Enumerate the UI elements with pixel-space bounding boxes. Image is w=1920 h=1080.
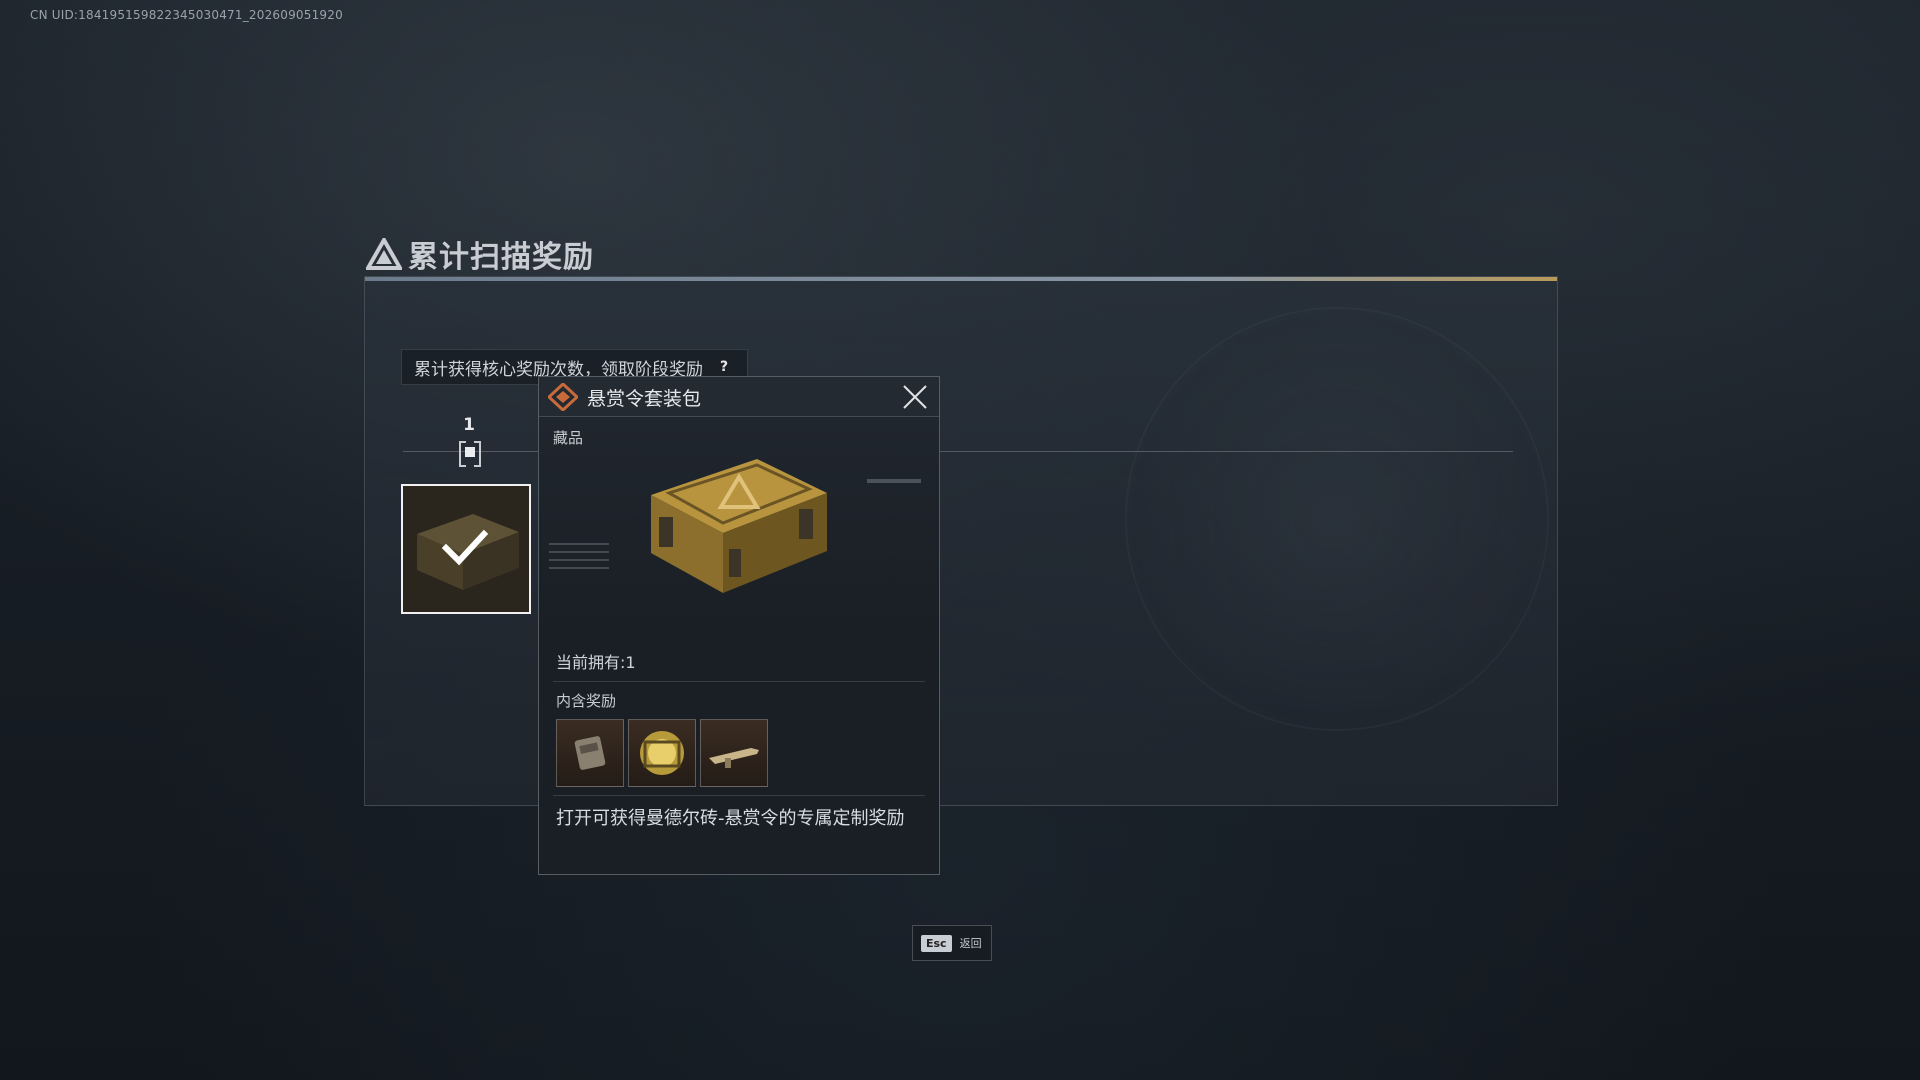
check-icon bbox=[441, 529, 489, 566]
item-description: 打开可获得曼德尔砖-悬赏令的专属定制奖励 bbox=[556, 808, 905, 829]
preview-decoration-line bbox=[867, 479, 921, 483]
contents-label: 内含奖励 bbox=[556, 692, 617, 710]
preview-decoration bbox=[549, 537, 609, 597]
help-icon[interactable]: ? bbox=[713, 356, 735, 378]
owned-count: 当前拥有:1 bbox=[556, 653, 636, 672]
stage-reward-card[interactable] bbox=[401, 484, 531, 614]
bounty-crate-icon bbox=[651, 459, 827, 593]
popup-title: 悬赏令套装包 bbox=[587, 388, 702, 410]
gold-pack-icon bbox=[640, 731, 684, 775]
back-label: 返回 bbox=[959, 937, 982, 950]
panel-title-row: 累计扫描奖励 bbox=[366, 232, 594, 276]
page-title: 累计扫描奖励 bbox=[408, 240, 594, 275]
popup-header: 悬赏令套装包 bbox=[539, 377, 939, 417]
reward-item-slot[interactable] bbox=[700, 719, 768, 787]
divider bbox=[553, 681, 925, 682]
background-emblem bbox=[1125, 307, 1549, 731]
reward-item-slot[interactable] bbox=[628, 719, 696, 787]
item-category-label: 藏品 bbox=[553, 429, 584, 447]
reward-item-slot[interactable] bbox=[556, 719, 624, 787]
close-icon bbox=[903, 385, 927, 409]
divider bbox=[553, 795, 925, 796]
close-button[interactable] bbox=[901, 383, 929, 411]
panel-top-bar bbox=[365, 277, 1557, 281]
weapon-skin-icon bbox=[709, 748, 759, 768]
back-button[interactable]: Esc 返回 bbox=[912, 925, 992, 961]
gear-item-icon bbox=[574, 736, 606, 770]
item-detail-popup: 悬赏令套装包 藏品 当前拥有:1 内含奖励 打开可获得曼德尔砖-悬赏令的专属定制… bbox=[538, 376, 940, 875]
stage-marker bbox=[459, 441, 481, 467]
bounty-emblem-icon bbox=[546, 381, 580, 415]
item-preview: 藏品 bbox=[539, 417, 939, 627]
uid-text: CN UID:1841951598223450304​71_2026090519… bbox=[30, 8, 343, 22]
stage-number: 1 bbox=[463, 415, 475, 435]
delta-logo-icon bbox=[366, 238, 402, 270]
esc-key-icon: Esc bbox=[921, 934, 952, 952]
reward-items bbox=[556, 719, 768, 787]
